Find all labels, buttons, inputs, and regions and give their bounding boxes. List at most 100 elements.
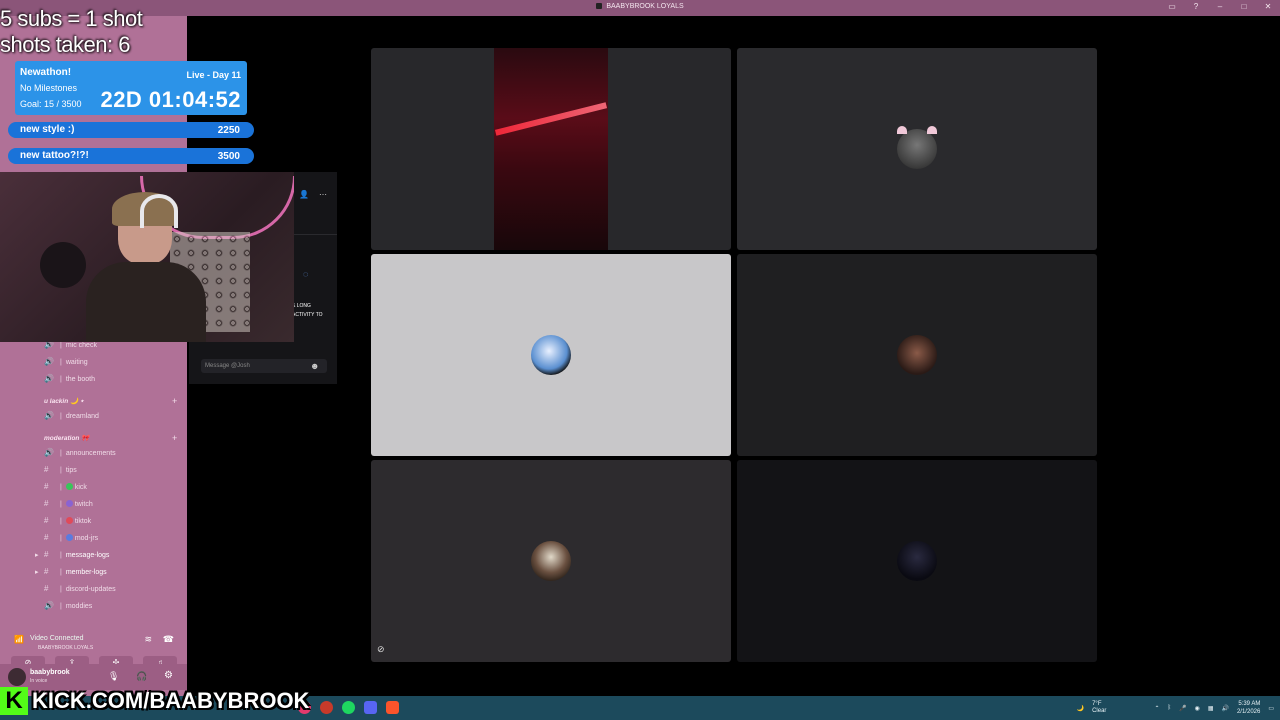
avatar (897, 335, 937, 375)
led-strip (494, 102, 608, 136)
hash-icon: # (44, 567, 49, 576)
more-icon[interactable]: ⋯ (319, 190, 327, 199)
channel-label: moddies (65, 603, 93, 610)
channel-item[interactable]: # | twitch (44, 499, 93, 513)
avatar (531, 541, 571, 581)
loading-icon: ◌ (303, 269, 309, 279)
clock[interactable]: 5:39 AM 2/1/2026 (1237, 700, 1260, 716)
speaker-icon: 🔊 (44, 448, 54, 457)
headset (140, 194, 178, 228)
channel-item[interactable]: # | kick (44, 482, 87, 496)
channel-item[interactable]: # | mod-jrs (44, 533, 98, 547)
channel-label: kick (74, 484, 87, 491)
discord-app-icon (596, 3, 603, 9)
wifi-icon[interactable]: ◉ (1195, 705, 1200, 712)
chevron-right-icon[interactable]: ▸ (35, 568, 39, 576)
help-icon[interactable]: ? (1190, 2, 1202, 11)
avatar (531, 335, 571, 375)
channel-label: mod-jrs (74, 535, 99, 542)
channel-label: announcements (65, 450, 116, 457)
weather[interactable]: 7°F Clear (1092, 701, 1106, 715)
noise-suppression-icon[interactable]: ≋ (144, 634, 152, 645)
video-tile[interactable] (371, 254, 731, 456)
microphone-icon[interactable]: 🎙 (108, 671, 119, 682)
camera-off-icon: ⊘ (377, 644, 385, 654)
app-icon[interactable] (320, 701, 333, 714)
kick-logo-icon: K (0, 687, 28, 715)
category-header[interactable]: u lackin 🌙 ⋆ (44, 397, 84, 405)
gear-icon[interactable]: ⚙ (164, 670, 173, 681)
voice-status[interactable]: Video Connected (30, 635, 84, 642)
add-channel-icon[interactable]: + (172, 396, 177, 406)
signal-icon: 📶 (14, 635, 24, 644)
notifications-icon[interactable]: ▭ (1268, 705, 1274, 712)
avatar (897, 129, 937, 169)
network-icon[interactable]: ▦ (1208, 705, 1214, 712)
channel-label: tiktok (74, 518, 92, 525)
voice-channel[interactable]: 🔊 | dreamland (44, 411, 99, 425)
avatar[interactable] (8, 668, 26, 686)
close-button[interactable]: ✕ (1262, 2, 1274, 11)
brave-icon[interactable] (386, 701, 399, 714)
emoji-icon[interactable]: ☻ (310, 361, 319, 371)
discord-icon[interactable] (364, 701, 377, 714)
minimize-button[interactable]: – (1214, 2, 1226, 11)
voice-channel[interactable]: 🔊 | the booth (44, 374, 95, 388)
add-channel-icon[interactable]: + (172, 433, 177, 443)
chevron-up-icon[interactable]: ⌃ (1154, 705, 1159, 712)
speaker-icon: 🔊 (44, 411, 54, 420)
video-tile[interactable] (737, 460, 1097, 662)
volume-icon[interactable]: 🔊 (1221, 705, 1228, 712)
inbox-icon[interactable]: ▭ (1166, 2, 1178, 11)
channel-item[interactable]: # | discord-updates (44, 584, 116, 598)
overlay-text: & LONG ACTIVITY TO (292, 303, 323, 318)
username[interactable]: baabybrook (30, 669, 70, 676)
channel-label: twitch (74, 501, 93, 508)
voice-location[interactable]: BAABYBROOK LOYALS (38, 645, 93, 651)
video-tile[interactable] (737, 48, 1097, 250)
kick-url: KICK.COM/BAABYBROOK (32, 688, 310, 713)
channel-item[interactable]: # | tiktok (44, 516, 91, 530)
goal-label: new style :) (20, 124, 75, 135)
channel-item[interactable]: 🔊 | moddies (44, 601, 92, 615)
channel-emoji-icon (65, 483, 73, 490)
headphones-icon[interactable]: 🎧 (136, 671, 147, 682)
category-header[interactable]: moderation 🎀 (44, 434, 89, 442)
cat-ear (897, 126, 907, 134)
video-tile[interactable] (737, 254, 1097, 456)
voice-channel[interactable]: 🔊 | waiting (44, 357, 88, 371)
person-body (86, 262, 206, 342)
chevron-right-icon[interactable]: ▸ (35, 551, 39, 559)
kick-banner: K KICK.COM/BAABYBROOK (0, 686, 309, 716)
newathon-milestones: No Milestones (20, 83, 78, 93)
voice-channel[interactable]: 🔊 | mic check (44, 340, 97, 354)
add-friend-icon[interactable]: 👤 (299, 190, 309, 199)
speaker-icon: 🔊 (44, 374, 54, 383)
microphone-icon[interactable]: 🎤 (1179, 705, 1186, 712)
hash-icon: # (44, 516, 49, 525)
stream-overlay-text: 5 subs = 1 shot shots taken: 6 (0, 6, 143, 58)
goal-bar: new style :) 2250 (8, 122, 254, 138)
channel-item[interactable]: # | member-logs (44, 567, 107, 581)
spotify-icon[interactable] (342, 701, 355, 714)
disconnect-icon[interactable]: ☎ (163, 634, 174, 645)
channel-label: member-logs (65, 569, 107, 576)
hash-icon: # (44, 482, 49, 491)
newathon-goal: Goal: 15 / 3500 (20, 99, 82, 109)
maximize-button[interactable]: □ (1238, 2, 1250, 11)
system-tray: 🌙 7°F Clear ⌃ ᛒ 🎤 ◉ ▦ 🔊 5:39 AM 2/1/2026 ▭ (1077, 699, 1274, 717)
video-tile[interactable] (371, 48, 731, 250)
message-input[interactable]: Message @Josh (201, 359, 327, 373)
channel-item[interactable]: 🔊 | announcements (44, 448, 116, 462)
bluetooth-icon[interactable]: ᛒ (1167, 705, 1171, 711)
window-title: BAABYBROOK LOYALS (0, 3, 1280, 10)
goal-bar: new tattoo?!?! 3500 (8, 148, 254, 164)
channel-item[interactable]: # | tips (44, 465, 77, 479)
channel-label: discord-updates (65, 586, 116, 593)
window-titlebar: BAABYBROOK LOYALS ▭ ? – □ ✕ (0, 0, 1280, 16)
channel-emoji-icon (65, 534, 73, 541)
video-tile[interactable]: ⊘ (371, 460, 731, 662)
speaker-icon: 🔊 (44, 357, 54, 366)
channel-item[interactable]: # | message-logs (44, 550, 109, 564)
channel-emoji-icon (65, 517, 73, 524)
